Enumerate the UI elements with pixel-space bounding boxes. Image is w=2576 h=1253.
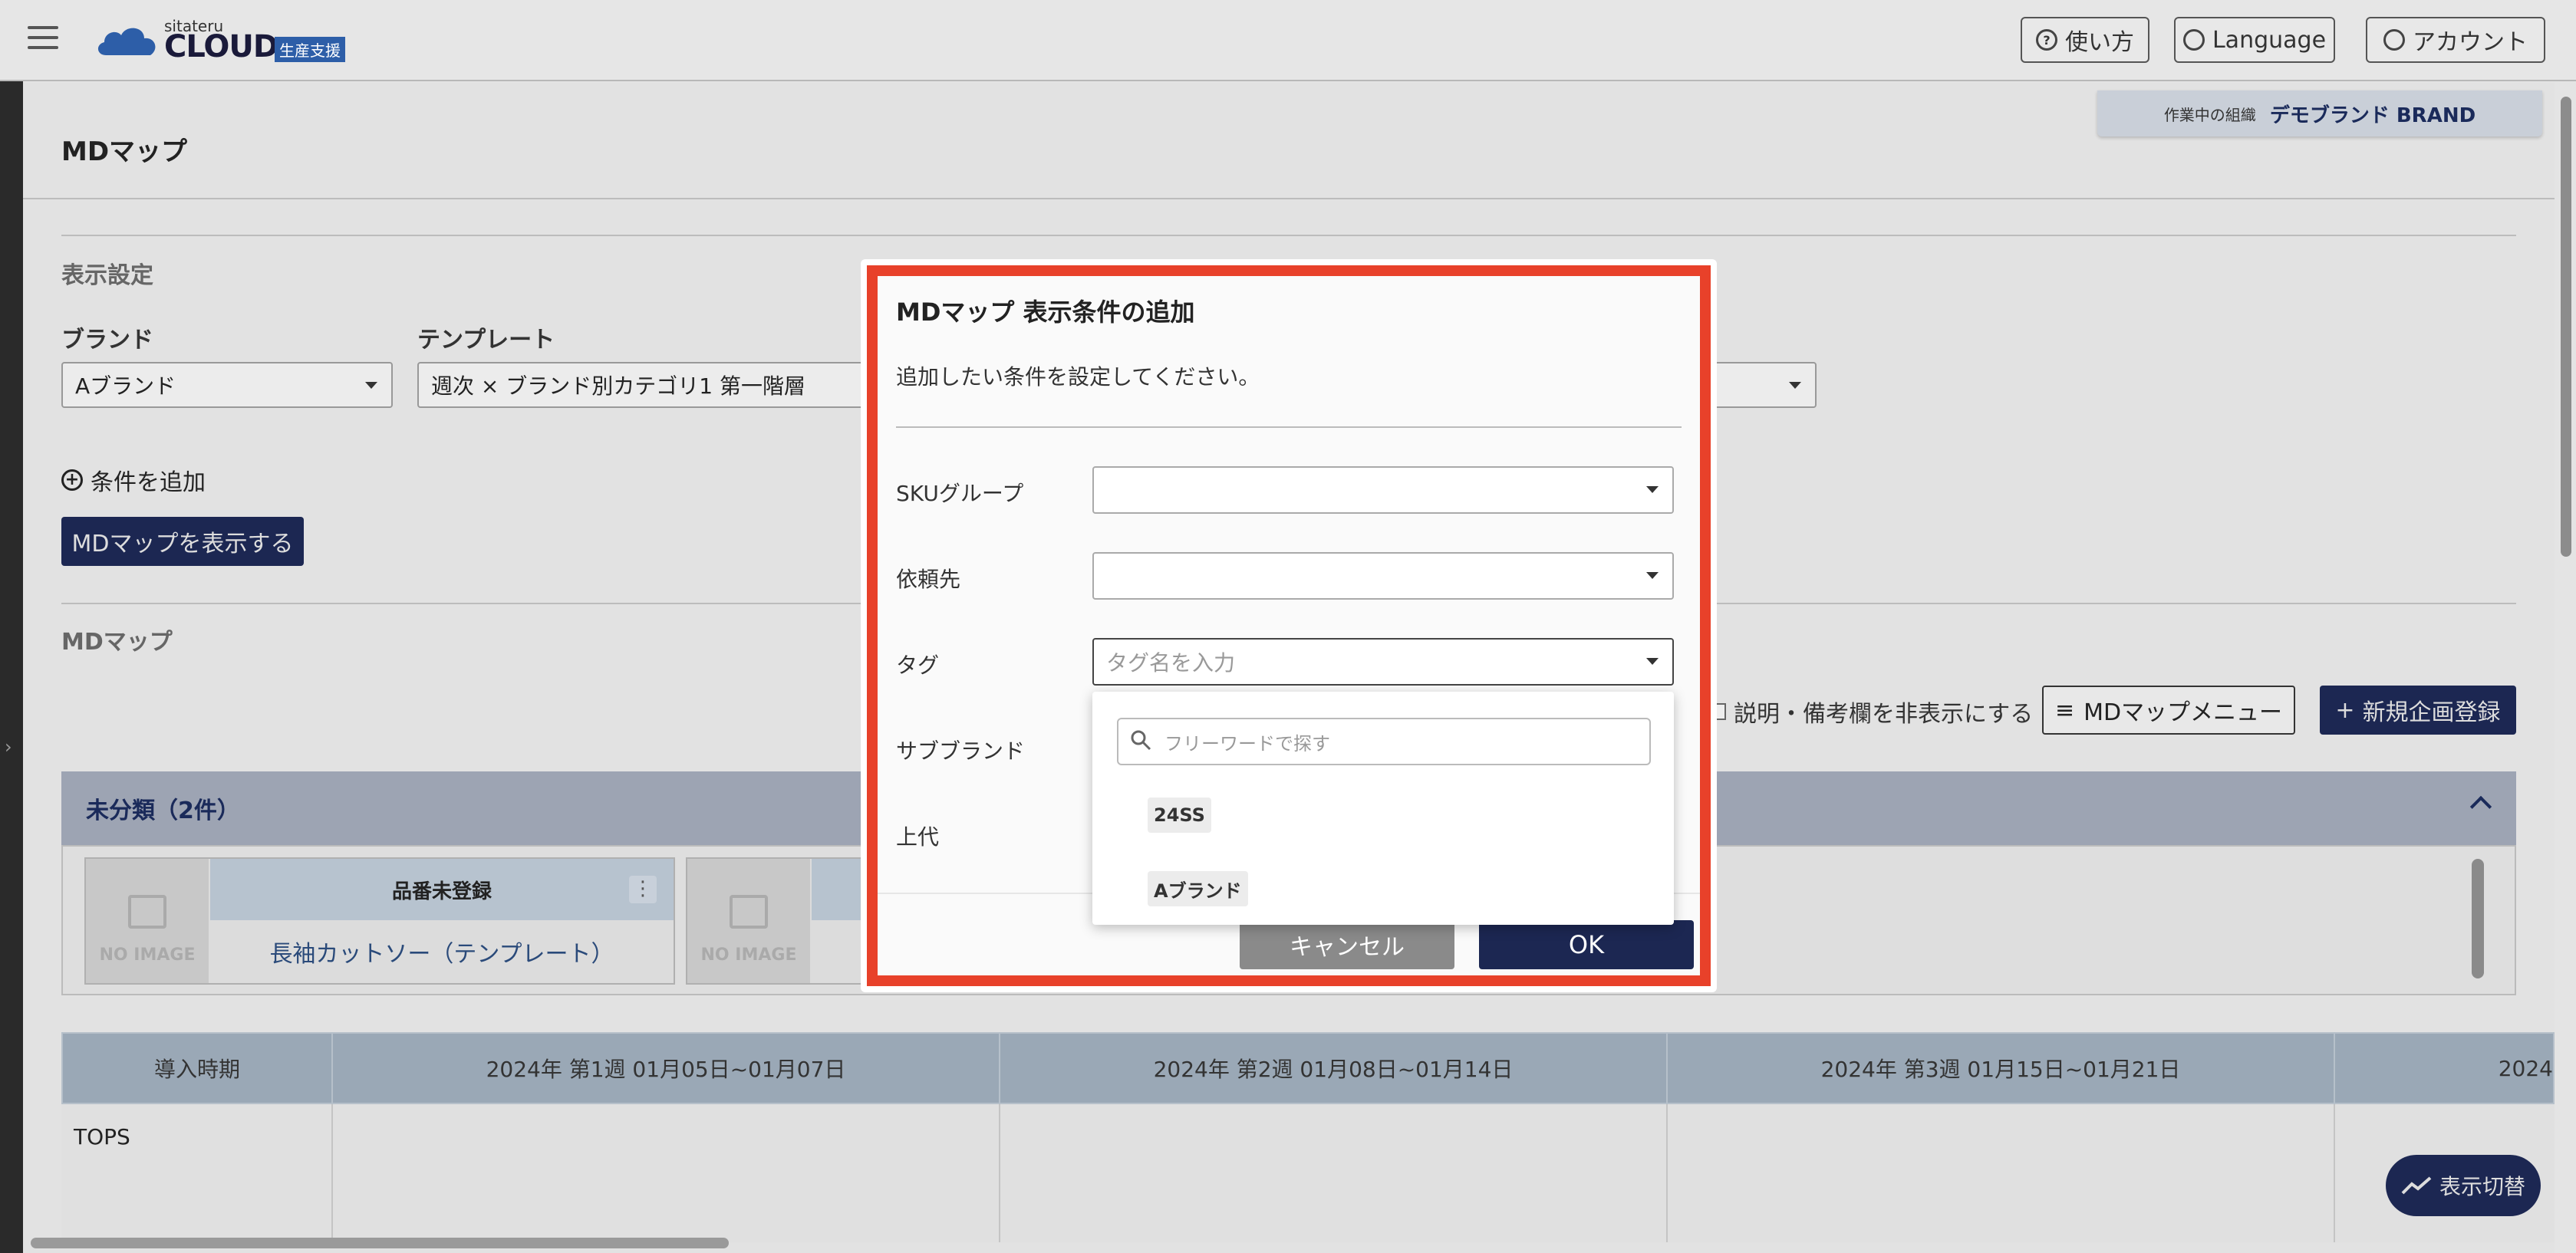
- tag-input-placeholder: タグ名を入力: [1106, 650, 1236, 676]
- popup-search-input[interactable]: フリーワードで探す: [1117, 718, 1651, 765]
- vendor-select[interactable]: [1092, 552, 1674, 600]
- vendor-label: 依頼先: [896, 567, 961, 592]
- dialog-title: MDマップ 表示条件の追加: [896, 298, 1195, 327]
- tag-input[interactable]: タグ名を入力: [1092, 638, 1674, 686]
- subbrand-label: サブブランド: [896, 738, 1026, 764]
- sku-group-select[interactable]: [1092, 466, 1674, 514]
- dialog-divider: [896, 426, 1682, 428]
- caret-down-icon: [1646, 658, 1659, 665]
- cancel-button[interactable]: キャンセル: [1240, 920, 1454, 969]
- search-icon: [1131, 730, 1151, 751]
- tag-option[interactable]: Aブランド: [1148, 871, 1248, 906]
- sku-group-label: SKUグループ: [896, 481, 1024, 506]
- caret-down-icon: [1646, 572, 1659, 579]
- ok-button[interactable]: OK: [1479, 920, 1694, 969]
- dialog-subtitle: 追加したい条件を設定してください。: [896, 364, 1260, 390]
- tag-option[interactable]: 24SS: [1148, 798, 1211, 833]
- tag-label: タグ: [896, 653, 940, 678]
- caret-down-icon: [1646, 486, 1659, 493]
- price-label: 上代: [896, 824, 940, 850]
